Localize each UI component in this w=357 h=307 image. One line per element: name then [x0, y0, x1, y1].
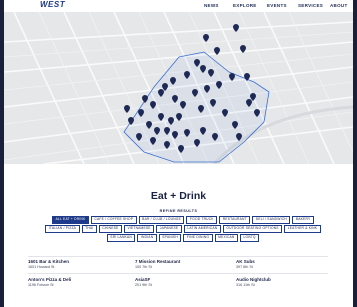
filter-chip-vietnamese[interactable]: VIETNAMESE — [123, 225, 155, 233]
page: WEST NEWS EXPLORE EVENTS SERVICES ABOUT — [4, 0, 353, 307]
filter-chip-japanese[interactable]: JAPANESE — [156, 225, 182, 233]
nav-link-services[interactable]: SERVICES — [298, 3, 323, 8]
filter-chip-italian[interactable]: ITALIAN / PIZZA — [45, 225, 80, 233]
venue-name[interactable]: AsiaSF — [135, 277, 230, 282]
nav-link-news[interactable]: NEWS — [204, 3, 219, 8]
page-title: Eat + Drink — [150, 190, 207, 202]
filter-chip-lgbtq[interactable]: LGBTQ — [240, 234, 260, 242]
filter-chip-mexican[interactable]: MEXICAN — [214, 234, 239, 242]
filter-chip-bakery[interactable]: BAKERY — [292, 216, 314, 224]
map-view[interactable] — [4, 12, 353, 164]
filter-chip-food-truck[interactable]: FOOD TRUCK — [186, 216, 218, 224]
filter-chip-all[interactable]: ALL EAT + DRINK — [52, 216, 89, 224]
venue-name[interactable]: Anton's Pizza & Deli — [28, 277, 123, 282]
venue-address: 397 8th St — [236, 265, 253, 269]
results-section: Eat + Drink REFINE RESULTS ALL EAT + DRI… — [4, 164, 353, 307]
filter-chip-restaurant[interactable]: RESTAURANT — [219, 216, 251, 224]
venue-address: 1601 Howard St — [28, 265, 55, 269]
venue-address: 316 11th St — [236, 283, 255, 287]
map-canvas[interactable] — [4, 12, 353, 164]
filter-chip-sri-lankan[interactable]: SRI LANKAN — [106, 234, 136, 242]
nav-link-explore[interactable]: EXPLORE — [233, 3, 257, 8]
filter-chip-indian[interactable]: INDIAN — [137, 234, 157, 242]
filter-chip-latin-american[interactable]: LATIN AMERICAN — [183, 225, 221, 233]
venue-name[interactable]: 7 Mission Restaurant — [135, 259, 230, 264]
list-item[interactable]: 1601 Bar & Kitchen 1601 Howard St — [28, 259, 123, 269]
list-item[interactable]: AK Subs 397 8th St — [236, 259, 331, 269]
venue-name[interactable]: Audio Nightclub — [236, 277, 331, 282]
list-item[interactable]: AsiaSF 201 9th St — [135, 277, 230, 287]
filter-chip-thai[interactable]: THAI — [81, 225, 97, 233]
list-item[interactable]: Anton's Pizza & Deli 1196 Folsom St — [28, 277, 123, 287]
refine-results-label: REFINE RESULTS — [159, 209, 198, 213]
venue-address: 1196 Folsom St — [28, 283, 54, 287]
list-item[interactable]: 7 Mission Restaurant 100 7th St — [135, 259, 230, 269]
filter-chip-group: ALL EAT + DRINK CAFE / COFFEE SHOP BAR /… — [44, 216, 322, 242]
filter-chip-fine-dining[interactable]: FINE DINING — [183, 234, 213, 242]
venue-name[interactable]: AK Subs — [236, 259, 331, 264]
filter-chip-deli[interactable]: DELI / SANDWICH — [252, 216, 291, 224]
filter-chip-bar[interactable]: BAR / CLUB / LOUNGE — [138, 216, 185, 224]
top-navigation-bar: WEST NEWS EXPLORE EVENTS SERVICES ABOUT — [4, 0, 353, 12]
venue-address: 100 7th St — [135, 265, 152, 269]
list-item[interactable]: Audio Nightclub 316 11th St — [236, 277, 331, 287]
venue-name[interactable]: 1601 Bar & Kitchen — [28, 259, 123, 264]
nav-link-events[interactable]: EVENTS — [267, 3, 287, 8]
filter-chip-cafe[interactable]: CAFE / COFFEE SHOP — [90, 216, 137, 224]
filter-chip-spanish[interactable]: SPANISH — [158, 234, 182, 242]
nav-link-about[interactable]: ABOUT — [330, 3, 348, 8]
filter-chip-outdoor-seating[interactable]: OUTDOOR SEATING OPTIONS — [222, 225, 283, 233]
filter-chip-chinese[interactable]: CHINESE — [98, 225, 122, 233]
row-divider — [28, 273, 328, 274]
site-logo[interactable]: WEST — [40, 0, 65, 9]
filter-chip-leather-kink[interactable]: LEATHER & KINK — [284, 225, 321, 233]
row-divider — [28, 256, 328, 257]
venue-address: 201 9th St — [135, 283, 152, 287]
